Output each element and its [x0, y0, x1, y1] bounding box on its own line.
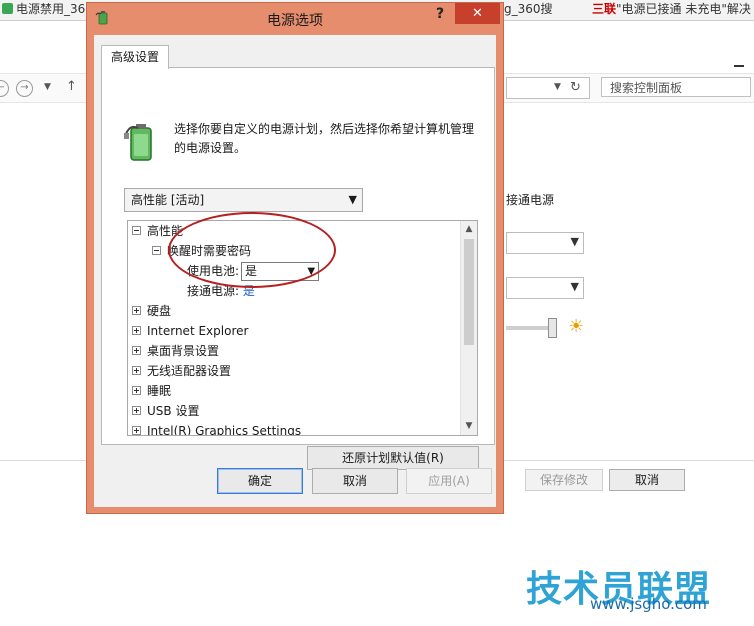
browser-logo-icon [2, 3, 13, 14]
save-changes-button[interactable]: 保存修改 [525, 469, 603, 491]
power-options-dialog: 电源选项 ? ✕ 高级设置 选择你要自定义的电源计划，然后选择你希望计算机管理的… [86, 2, 504, 514]
expand-icon[interactable] [132, 426, 141, 435]
help-button[interactable]: ? [433, 6, 447, 26]
apply-button[interactable]: 应用(A) [406, 468, 492, 494]
expand-icon[interactable] [132, 306, 141, 315]
collapse-icon[interactable] [152, 246, 161, 255]
ok-button[interactable]: 确定 [217, 468, 303, 494]
close-button[interactable]: ✕ [455, 3, 500, 24]
tree-setting-plugged-in: 接通电源: 是 [187, 284, 255, 298]
expand-icon[interactable] [132, 406, 141, 415]
power-plan-selected-value: 高性能 [活动] [131, 193, 205, 207]
address-dropdown-icon[interactable]: ▼ [554, 82, 561, 92]
expand-icon[interactable] [132, 386, 141, 395]
restore-defaults-button[interactable]: 还原计划默认值(R) [307, 446, 479, 470]
up-arrow-icon[interactable]: ↑ [66, 79, 77, 94]
tree-node[interactable]: USB 设置 [132, 401, 199, 421]
collapse-icon[interactable] [132, 226, 141, 235]
expand-icon[interactable] [132, 346, 141, 355]
tree-node-high-performance[interactable]: 高性能 [132, 221, 183, 241]
forward-arrow-icon[interactable]: → [16, 80, 33, 97]
scroll-down-icon[interactable]: ▼ [461, 418, 477, 435]
minimize-icon[interactable] [734, 65, 744, 67]
chevron-down-icon: ▼ [348, 193, 357, 206]
tree-node-require-password[interactable]: 唤醒时需要密码 [152, 241, 251, 261]
tree-node[interactable]: 桌面背景设置 [132, 341, 219, 361]
tree-node[interactable]: 睡眠 [132, 381, 171, 401]
background-cancel-button[interactable]: 取消 [609, 469, 685, 491]
chevron-down-icon: ▼ [570, 235, 579, 248]
tree-scrollbar[interactable]: ▲ ▼ [460, 221, 477, 435]
tree-node[interactable]: Internet Explorer [132, 321, 248, 341]
tree-node[interactable]: Intel(R) Graphics Settings [132, 421, 301, 435]
recent-pages-chevron-icon[interactable]: ▼ [44, 82, 51, 92]
sleep-select[interactable]: ▼ [506, 277, 584, 299]
chevron-down-icon: ▼ [570, 280, 579, 293]
expand-icon[interactable] [132, 326, 141, 335]
tab-page: 选择你要自定义的电源计划，然后选择你希望计算机管理的电源设置。 高性能 [活动]… [101, 67, 495, 470]
dialog-client-area: 高级设置 选择你要自定义的电源计划，然后选择你希望计算机管理的电源设置。 高性能… [94, 35, 496, 507]
watermark-url: www.jsgho.com [590, 595, 707, 613]
tab-advanced-settings[interactable]: 高级设置 [101, 45, 169, 69]
connected-power-column-label: 接通电源 [506, 193, 555, 207]
brightness-slider-thumb[interactable] [548, 318, 557, 338]
browser-tab[interactable]: 三联"电源已接通 未充电"解决 [592, 0, 754, 20]
settings-tree: 高性能 唤醒时需要密码 使用电池: 是 ▼ 接通电源: 是 硬盘 Internet … [127, 220, 478, 436]
chevron-down-icon: ▼ [307, 266, 316, 277]
browser-tab[interactable]: 电源禁用_360 [2, 0, 86, 20]
cancel-button[interactable]: 取消 [312, 468, 398, 494]
refresh-icon[interactable]: ↻ [570, 80, 581, 95]
dialog-description: 选择你要自定义的电源计划，然后选择你希望计算机管理的电源设置。 [174, 122, 475, 155]
on-battery-select[interactable]: 是 ▼ [241, 262, 320, 281]
expand-icon[interactable] [132, 366, 141, 375]
tree-node[interactable]: 无线适配器设置 [132, 361, 231, 381]
plugged-in-value-link[interactable]: 是 [243, 284, 255, 298]
scrollbar-thumb[interactable] [464, 239, 474, 345]
battery-plan-icon [124, 124, 152, 161]
browser-tab[interactable]: g_360搜 [504, 0, 580, 20]
brightness-sun-icon: ☀ [568, 316, 585, 337]
search-control-panel-input[interactable]: 搜索控制面板 [601, 77, 751, 97]
tree-setting-on-battery: 使用电池: 是 ▼ [187, 261, 320, 281]
display-off-select[interactable]: ▼ [506, 232, 584, 254]
scroll-up-icon[interactable]: ▲ [461, 221, 477, 238]
dialog-titlebar[interactable]: 电源选项 ? ✕ [87, 3, 503, 35]
power-plan-select[interactable]: 高性能 [活动] ▼ [124, 188, 363, 212]
tree-node[interactable]: 硬盘 [132, 301, 171, 321]
back-arrow-icon[interactable]: ← [0, 80, 9, 97]
